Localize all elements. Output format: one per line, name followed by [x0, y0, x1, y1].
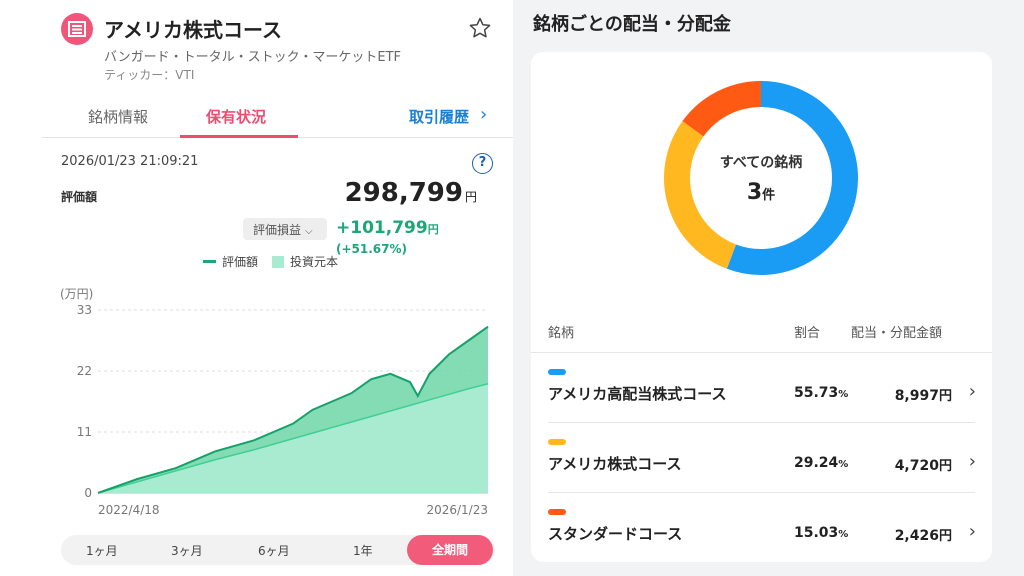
row-name: アメリカ高配当株式コース [548, 385, 727, 403]
timestamp: 2026/01/23 21:09:21 [61, 154, 199, 169]
x-end-label: 2026/1/23 [426, 503, 488, 517]
valuation-amount: 298,799 円 [345, 178, 477, 208]
row-name: アメリカ株式コース [548, 455, 682, 473]
period-1y[interactable]: 1年 [353, 542, 373, 559]
yen-unit: 円 [938, 459, 952, 474]
percent-unit: % [838, 389, 849, 400]
row-amount-value: 4,720 [894, 458, 939, 474]
legend-line-swatch [203, 260, 216, 263]
row-amount: 4,720円 [895, 455, 952, 474]
pl-dropdown[interactable]: 評価損益 ⌵ [243, 218, 327, 240]
help-icon[interactable]: ? [472, 153, 493, 174]
donut-label: すべての銘柄 [719, 155, 803, 171]
legend-principal: 投資元本 [290, 255, 339, 269]
dividend-row[interactable]: アメリカ高配当株式コース 55.73% 8,997円 › [531, 353, 992, 423]
row-ratio: 15.03% [794, 525, 848, 541]
row-amount-value: 2,426 [894, 528, 939, 544]
donut-slice [726, 81, 858, 275]
percent-unit: % [838, 459, 849, 470]
pl-yen-unit: 円 [427, 223, 439, 236]
valuation-chart: 0 11 22 33 2022/4/18 2026/1/23 [77, 303, 489, 517]
row-ratio-value: 15.03 [794, 525, 839, 541]
column-header-name: 銘柄 [548, 326, 575, 341]
percent-unit: % [838, 529, 849, 540]
row-amount-value: 8,997 [894, 388, 939, 404]
dividend-card: すべての銘柄 3件 銘柄 割合 配当・分配金額 アメリカ高配当株式コース 55.… [531, 52, 992, 562]
y-tick-label: 0 [84, 486, 92, 500]
tab-trade-history[interactable]: 取引履歴 [409, 106, 469, 127]
period-selector: 1ヶ月 3ヶ月 6ヶ月 1年 全期間 [61, 535, 495, 565]
row-amount: 8,997円 [895, 385, 952, 404]
tab-stock-info[interactable]: 銘柄情報 [88, 106, 148, 127]
y-tick-label: 22 [77, 364, 92, 378]
column-header-ratio: 割合 [794, 326, 821, 341]
legend-area-swatch [272, 255, 285, 268]
row-ratio-value: 29.24 [794, 455, 839, 471]
column-header-amount: 配当・分配金額 [851, 326, 943, 341]
dividend-donut-chart [664, 81, 858, 275]
color-swatch [548, 439, 566, 445]
page-title: アメリカ株式コース [104, 18, 282, 42]
pl-amount: +101,799 [336, 218, 428, 238]
yen-unit: 円 [938, 389, 952, 404]
y-tick-label: 11 [77, 425, 92, 439]
dividend-row[interactable]: スタンダードコース 15.03% 2,426円 › [531, 493, 992, 563]
chevron-right-icon[interactable]: › [480, 104, 487, 125]
holding-panel: アメリカ株式コース バンガード・トータル・ストック・マーケットETF ティッカー… [0, 0, 513, 576]
ticker-label: ティッカー：VTI [104, 68, 195, 82]
valuation-value: 298,799 [344, 178, 463, 208]
holding-count: 3件 [661, 180, 861, 205]
chevron-right-icon: › [968, 451, 976, 472]
chevron-right-icon: › [968, 521, 976, 542]
count-unit: 件 [762, 188, 776, 203]
fund-name: バンガード・トータル・ストック・マーケットETF [104, 50, 402, 65]
dividend-panel: 銘柄ごとの配当・分配金 すべての銘柄 3件 銘柄 割合 配当・分配金額 アメリカ… [513, 0, 1024, 576]
dividend-row[interactable]: アメリカ株式コース 29.24% 4,720円 › [531, 423, 992, 493]
active-tab-indicator [180, 135, 298, 138]
row-amount: 2,426円 [895, 525, 952, 544]
row-ratio: 55.73% [794, 385, 848, 401]
pl-dropdown-label: 評価損益 [253, 223, 302, 237]
row-ratio: 29.24% [794, 455, 848, 471]
row-name: スタンダードコース [548, 525, 683, 543]
count-value: 3 [746, 180, 763, 205]
period-6m[interactable]: 6ヶ月 [258, 542, 290, 559]
donut-slice [682, 81, 762, 137]
valuation-label: 評価額 [61, 190, 98, 204]
yen-unit: 円 [464, 190, 477, 204]
period-3m[interactable]: 3ヶ月 [171, 542, 203, 559]
course-icon [61, 13, 93, 45]
period-all[interactable]: 全期間 [407, 535, 493, 565]
chevron-right-icon: › [968, 381, 976, 402]
chart-legend: 評価額 投資元本 [203, 253, 338, 270]
tab-bar: 銘柄情報 保有状況 取引履歴 › [42, 96, 513, 138]
row-ratio-value: 55.73 [794, 385, 839, 401]
legend-valuation: 評価額 [222, 255, 259, 269]
color-swatch [548, 369, 566, 375]
period-1m[interactable]: 1ヶ月 [86, 542, 118, 559]
pl-percent: (+51.67%) [336, 242, 408, 256]
star-icon[interactable] [468, 16, 492, 40]
x-start-label: 2022/4/18 [98, 503, 160, 517]
color-swatch [548, 509, 566, 515]
tab-holdings[interactable]: 保有状況 [206, 106, 266, 127]
y-tick-label: 33 [77, 303, 92, 317]
yen-unit: 円 [938, 529, 952, 544]
pl-value: +101,799円 (+51.67%) [336, 218, 513, 258]
chevron-down-icon: ⌵ [305, 226, 313, 237]
section-title: 銘柄ごとの配当・分配金 [533, 14, 731, 35]
